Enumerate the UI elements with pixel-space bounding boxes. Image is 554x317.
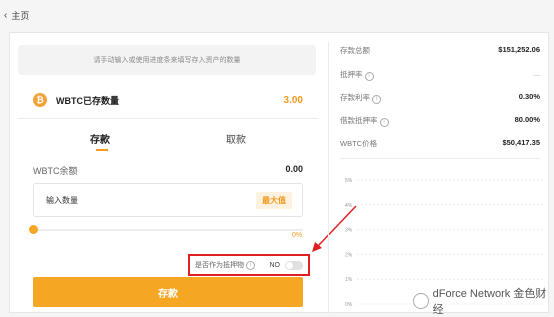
stat-value: $50,417.35	[502, 138, 540, 147]
stat-value: 0.30%	[518, 92, 540, 101]
stat-value: $151,252.06	[498, 45, 540, 54]
collateral-label: 是否作为抵押物	[195, 262, 244, 269]
chart-y-tick: 3%	[345, 228, 353, 234]
stat-collateral-ratio: 抵押率 i ...	[340, 69, 540, 81]
amount-input[interactable]	[44, 194, 256, 206]
chart-y-tick: 0%	[345, 302, 353, 308]
stat-label: 借款抵押率 i	[340, 115, 389, 127]
amount-input-box: 最大值	[33, 183, 303, 217]
info-icon: i	[246, 260, 255, 270]
token-label: WBTC已存数量	[56, 95, 119, 106]
tab-withdraw[interactable]: 取款	[226, 131, 246, 146]
slider-handle[interactable]	[29, 225, 38, 234]
back-link[interactable]: ‹ 主页	[4, 9, 29, 22]
input-hint: 请手动输入或使用进度条来填写存入资产的数量	[18, 45, 316, 75]
max-button[interactable]: 最大值	[256, 191, 292, 209]
wechat-icon	[413, 293, 429, 309]
stat-price: WBTC价格 $50,417.35	[340, 138, 540, 149]
balance-value: 0.00	[285, 164, 303, 174]
chart-y-tick: 4%	[345, 203, 353, 209]
token-row: ₿ WBTC已存数量 3.00	[33, 90, 303, 110]
chart-y-tick: 5%	[345, 178, 353, 184]
divider	[18, 118, 318, 119]
chart-y-tick: 2%	[345, 252, 353, 258]
info-icon: i	[364, 71, 374, 81]
info-icon: i	[379, 117, 389, 127]
deposit-submit-button[interactable]: 存款	[33, 277, 303, 307]
balance-label: WBTC余额	[33, 166, 78, 176]
collateral-value: NO	[269, 261, 281, 269]
active-tab-indicator	[96, 149, 108, 151]
stat-value: ...	[533, 69, 540, 78]
divider	[340, 158, 540, 159]
watermark: dForce Network 金色财经	[413, 285, 554, 317]
chart-y-tick: 1%	[345, 277, 353, 283]
stat-label: 存款总额	[340, 46, 370, 55]
stat-value: 80.00%	[514, 115, 540, 124]
watermark-text: dForce Network 金色财经	[432, 288, 547, 316]
stat-label: 抵押率 i	[340, 69, 374, 81]
chevron-left-icon: ‹	[4, 10, 8, 21]
info-icon: i	[372, 94, 381, 104]
stat-label: 存款利率 i	[340, 92, 381, 104]
stat-label: WBTC价格	[340, 139, 378, 148]
column-divider	[328, 42, 329, 313]
collateral-toggle[interactable]	[285, 260, 303, 270]
bitcoin-icon: ₿	[33, 93, 47, 107]
collateral-toggle-row: 是否作为抵押物 i NO	[188, 254, 310, 276]
stat-total-deposit: 存款总额 $151,252.06	[340, 45, 540, 56]
tab-deposit[interactable]: 存款	[90, 131, 110, 146]
stat-borrow-ratio: 借款抵押率 i 80.00%	[340, 115, 540, 127]
balance-row: WBTC余额 0.00	[33, 164, 303, 177]
stat-deposit-rate: 存款利率 i 0.30%	[340, 92, 540, 104]
amount-slider[interactable]	[33, 229, 303, 231]
token-amount: 3.00	[283, 94, 303, 106]
back-label: 主页	[11, 11, 30, 21]
